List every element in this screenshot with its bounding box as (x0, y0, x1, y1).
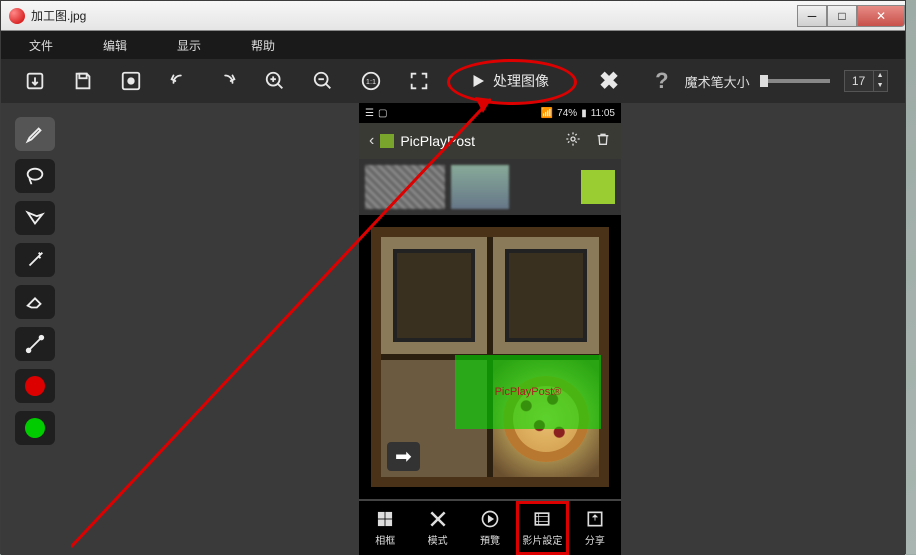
app-logo-icon (380, 134, 394, 148)
app-header: ‹ PicPlayPost (359, 123, 621, 159)
polygon-tool[interactable] (15, 201, 55, 235)
play-icon (469, 72, 487, 90)
battery-percent: 74% (557, 108, 577, 119)
open-button[interactable] (21, 67, 49, 95)
menu-view[interactable]: 显示 (161, 33, 217, 58)
selection-overlay: PicPlayPost® (455, 355, 601, 429)
clock: 11:05 (591, 108, 615, 119)
clip-thumbnail[interactable] (451, 165, 509, 209)
tab-video-settings[interactable]: 影片設定 (516, 501, 568, 555)
close-button[interactable]: ✕ (857, 5, 905, 27)
watermark-text: PicPlayPost® (495, 386, 562, 398)
zoom-actual-button[interactable]: 1:1 (357, 67, 385, 95)
magic-wand-tool[interactable] (15, 243, 55, 277)
brush-size-value: 17 (845, 74, 873, 88)
brush-size-label: 魔术笔大小 (685, 72, 750, 91)
red-color[interactable] (15, 369, 55, 403)
main-toolbar: 1:1 处理图像 ✖ ? 魔术笔大小 17 ▲▼ (1, 59, 905, 103)
brush-size-slider[interactable] (760, 79, 830, 83)
tab-frame[interactable]: 相框 (359, 501, 411, 555)
bottom-tabs: 相框 模式 預覽 影片設定 分享 (359, 499, 621, 555)
work-area: ☰ ▢ 📶 74% ▮ 11:05 ‹ PicPlayPost (1, 103, 905, 555)
collage-canvas[interactable]: ➡ PicPlayPost® (359, 215, 621, 499)
back-icon[interactable]: ‹ (369, 132, 374, 150)
signal-icon: 📶 (541, 108, 553, 119)
menu-bar: 文件 编辑 显示 帮助 (1, 31, 905, 59)
eraser-tool[interactable] (15, 285, 55, 319)
phone-statusbar: ☰ ▢ 📶 74% ▮ 11:05 (359, 103, 621, 123)
brush-size-spinner[interactable]: 17 ▲▼ (844, 70, 888, 92)
clip-strip (359, 159, 621, 215)
clip-thumbnail[interactable] (365, 165, 445, 209)
minimize-button[interactable]: ─ (797, 5, 827, 27)
phone-preview: ☰ ▢ 📶 74% ▮ 11:05 ‹ PicPlayPost (359, 103, 621, 555)
tab-share[interactable]: 分享 (569, 501, 621, 555)
tab-style[interactable]: 模式 (411, 501, 463, 555)
maximize-button[interactable]: □ (827, 5, 857, 27)
marker-tool[interactable] (15, 117, 55, 151)
arrow-icon: ➡ (387, 442, 420, 471)
lasso-tool[interactable] (15, 159, 55, 193)
undo-button[interactable] (165, 67, 193, 95)
menu-file[interactable]: 文件 (13, 33, 69, 58)
menu-edit[interactable]: 编辑 (87, 33, 143, 58)
battery-icon: ▮ (581, 108, 587, 119)
menu-icon: ☰ (365, 108, 374, 119)
spinner-up[interactable]: ▲ (874, 71, 887, 81)
app-icon (9, 8, 25, 24)
redo-button[interactable] (213, 67, 241, 95)
add-clip-button[interactable] (581, 170, 615, 204)
zoom-in-button[interactable] (261, 67, 289, 95)
menu-help[interactable]: 帮助 (235, 33, 291, 58)
trash-icon[interactable] (595, 131, 611, 152)
side-toolbar (15, 117, 55, 445)
collage-tile[interactable] (381, 237, 487, 354)
zoom-out-button[interactable] (309, 67, 337, 95)
zoom-fit-button[interactable] (405, 67, 433, 95)
spinner-down[interactable]: ▼ (874, 81, 887, 91)
screenshot-icon: ▢ (378, 108, 387, 119)
window-title: 加工图.jpg (31, 7, 797, 24)
process-label: 处理图像 (493, 71, 549, 91)
original-button[interactable] (117, 67, 145, 95)
tab-preview[interactable]: 預覽 (464, 501, 516, 555)
green-color[interactable] (15, 411, 55, 445)
collage-tile[interactable] (493, 237, 599, 354)
svg-text:1:1: 1:1 (366, 77, 376, 86)
save-button[interactable] (69, 67, 97, 95)
window-titlebar: 加工图.jpg ─ □ ✕ (1, 1, 905, 31)
line-tool[interactable] (15, 327, 55, 361)
help-button[interactable]: ? (655, 68, 668, 94)
cancel-button[interactable]: ✖ (599, 67, 619, 96)
settings-icon[interactable] (565, 131, 581, 152)
app-title: PicPlayPost (400, 133, 559, 149)
process-image-button[interactable]: 处理图像 (453, 65, 565, 97)
